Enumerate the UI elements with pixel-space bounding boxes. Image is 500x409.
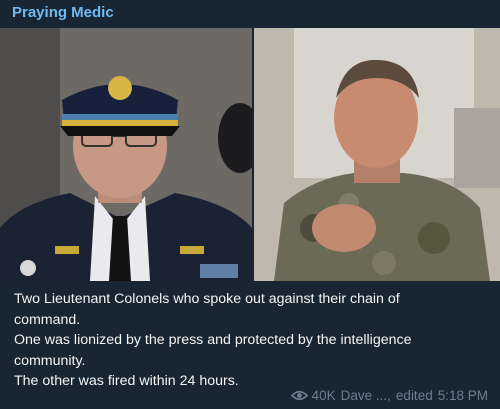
post-meta: 40K Dave ..., edited 5:18 PM	[290, 388, 488, 403]
caption-line: command.	[14, 311, 81, 328]
caption-line: community.	[14, 352, 86, 369]
post-photo-left[interactable]	[0, 28, 252, 281]
edited-label: edited	[395, 388, 433, 403]
channel-name[interactable]: Praying Medic	[12, 3, 114, 23]
channel-post: Praying Medic Two Lieutenant Colonels wh…	[0, 0, 500, 409]
officer-dress-uniform-image	[0, 28, 252, 281]
post-time: 5:18 PM	[437, 388, 488, 403]
view-count: 40K	[290, 388, 336, 403]
eye-icon	[290, 390, 308, 401]
post-caption: Two Lieutenant Colonels who spoke out ag…	[14, 289, 488, 392]
caption-line: One was lionized by the press and protec…	[14, 332, 412, 348]
officer-camouflage-image	[254, 28, 500, 281]
post-photo-right[interactable]	[254, 28, 500, 281]
view-count-label: 40K	[311, 388, 336, 403]
caption-line: Two Lieutenant Colonels who spoke out ag…	[14, 291, 400, 307]
post-author: Dave ...,	[340, 388, 391, 403]
